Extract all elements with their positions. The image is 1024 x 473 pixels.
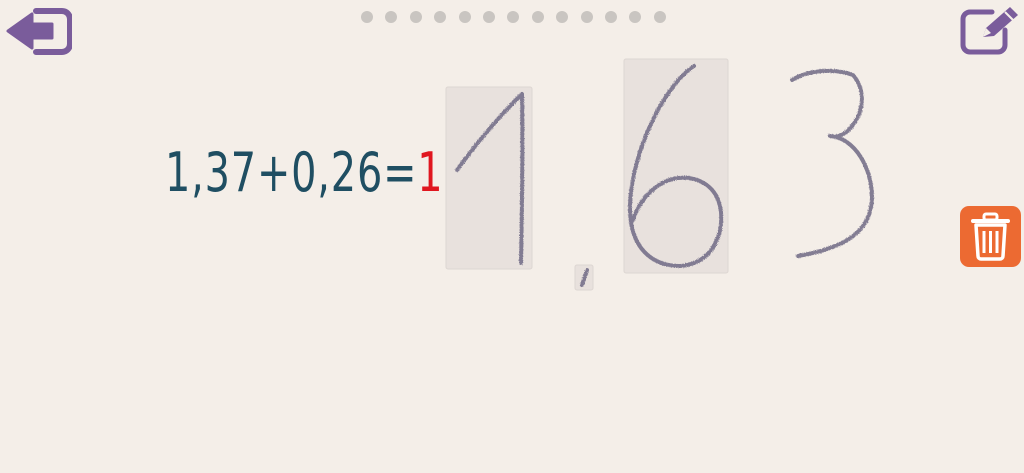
trash-button[interactable] — [960, 206, 1021, 267]
trash-icon — [971, 212, 1010, 261]
stroke-box-1 — [445, 86, 533, 270]
stroke-box-6 — [623, 58, 729, 274]
handwritten-3 — [790, 68, 874, 258]
drawing-canvas[interactable] — [0, 0, 1024, 473]
